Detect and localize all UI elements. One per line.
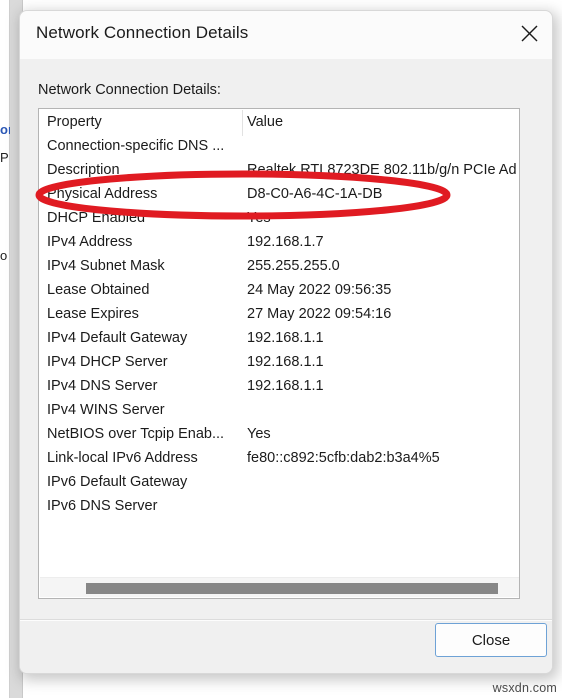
table-row[interactable]: IPv6 DNS Server bbox=[39, 496, 519, 520]
row-property-cell: Lease Expires bbox=[47, 306, 139, 322]
background-link-fragment[interactable]: or bbox=[0, 122, 10, 137]
close-icon bbox=[520, 24, 539, 43]
watermark: wsxdn.com bbox=[492, 681, 557, 695]
table-row[interactable]: IPv4 DHCP Server 192.168.1.1 bbox=[39, 352, 519, 376]
row-value-cell: 24 May 2022 09:56:35 bbox=[247, 282, 392, 298]
row-value-cell: 192.168.1.1 bbox=[247, 354, 324, 370]
horizontal-scrollbar-track[interactable] bbox=[40, 577, 519, 597]
table-row[interactable]: IPv4 WINS Server bbox=[39, 400, 519, 424]
row-property-cell: Description bbox=[47, 162, 120, 178]
table-header-row: Property Value bbox=[39, 109, 519, 136]
horizontal-scrollbar-thumb[interactable] bbox=[86, 583, 498, 594]
row-property-cell: IPv4 Default Gateway bbox=[47, 330, 188, 346]
row-property-cell: Link-local IPv6 Address bbox=[47, 450, 198, 466]
row-value-cell: 192.168.1.7 bbox=[247, 234, 324, 250]
table-row[interactable]: Lease Expires 27 May 2022 09:54:16 bbox=[39, 304, 519, 328]
row-value-cell: fe80::c892:5cfb:dab2:b3a4%5 bbox=[247, 450, 440, 466]
network-connection-details-dialog: Network Connection Details Network Conne… bbox=[19, 10, 553, 674]
column-header-property[interactable]: Property bbox=[47, 114, 102, 130]
row-property-cell: NetBIOS over Tcpip Enab... bbox=[47, 426, 225, 442]
table-row[interactable]: IPv4 Subnet Mask 255.255.255.0 bbox=[39, 256, 519, 280]
table-row[interactable]: Lease Obtained 24 May 2022 09:56:35 bbox=[39, 280, 519, 304]
dialog-titlebar: Network Connection Details bbox=[20, 11, 552, 59]
row-property-cell: IPv6 DNS Server bbox=[47, 498, 158, 514]
table-row[interactable]: DHCP Enabled Yes bbox=[39, 208, 519, 232]
table-row[interactable]: IPv4 Default Gateway 192.168.1.1 bbox=[39, 328, 519, 352]
row-value-cell: 192.168.1.1 bbox=[247, 378, 324, 394]
row-property-cell: DHCP Enabled bbox=[47, 210, 146, 226]
table-row[interactable]: Description Realtek RTL8723DE 802.11b/g/n… bbox=[39, 160, 519, 184]
table-row[interactable]: NetBIOS over Tcpip Enab... Yes bbox=[39, 424, 519, 448]
table-row[interactable]: Physical Address D8-C0-A6-4C-1A-DB bbox=[39, 184, 519, 208]
network-details-listview[interactable]: Property Value Connection-specific DNS .… bbox=[38, 108, 520, 599]
row-property-cell: IPv4 Subnet Mask bbox=[47, 258, 165, 274]
table-row[interactable]: Link-local IPv6 Address fe80::c892:5cfb:d… bbox=[39, 448, 519, 472]
row-property-cell: Connection-specific DNS ... bbox=[47, 138, 225, 154]
row-value-cell: Yes bbox=[247, 426, 271, 442]
row-value-cell: D8-C0-A6-4C-1A-DB bbox=[247, 186, 383, 202]
row-value-cell: 255.255.255.0 bbox=[247, 258, 340, 274]
background-window-pane bbox=[0, 0, 9, 698]
details-section-label: Network Connection Details: bbox=[38, 82, 221, 98]
page-title: Network Connection Details bbox=[36, 23, 249, 42]
table-rows-container: Connection-specific DNS ... Description Re… bbox=[39, 136, 519, 520]
row-property-cell: Lease Obtained bbox=[47, 282, 150, 298]
table-row[interactable]: Connection-specific DNS ... bbox=[39, 136, 519, 160]
background-text-fragment-p: P bbox=[0, 150, 9, 165]
dialog-body: Network Connection Details: Property Val… bbox=[20, 59, 552, 673]
row-property-cell: IPv6 Default Gateway bbox=[47, 474, 188, 490]
column-header-value[interactable]: Value bbox=[247, 114, 283, 130]
row-value-cell: Yes bbox=[247, 210, 271, 226]
row-property-cell: IPv4 Address bbox=[47, 234, 133, 250]
row-property-cell: IPv4 DNS Server bbox=[47, 378, 158, 394]
row-value-cell: 27 May 2022 09:54:16 bbox=[247, 306, 392, 322]
close-icon-button[interactable] bbox=[506, 11, 552, 55]
background-text-fragment-o: o bbox=[0, 248, 8, 263]
row-property-cell: Physical Address bbox=[47, 186, 158, 202]
table-row[interactable]: IPv6 Default Gateway bbox=[39, 472, 519, 496]
table-row[interactable]: IPv4 DNS Server 192.168.1.1 bbox=[39, 376, 519, 400]
close-button[interactable]: Close bbox=[435, 623, 547, 657]
row-property-cell: IPv4 DHCP Server bbox=[47, 354, 168, 370]
footer-separator bbox=[20, 619, 552, 621]
table-row[interactable]: IPv4 Address 192.168.1.7 bbox=[39, 232, 519, 256]
row-property-cell: IPv4 WINS Server bbox=[47, 402, 165, 418]
row-value-cell: Realtek RTL8723DE 802.11b/g/n PCIe Ad bbox=[247, 162, 517, 178]
row-value-cell: 192.168.1.1 bbox=[247, 330, 324, 346]
